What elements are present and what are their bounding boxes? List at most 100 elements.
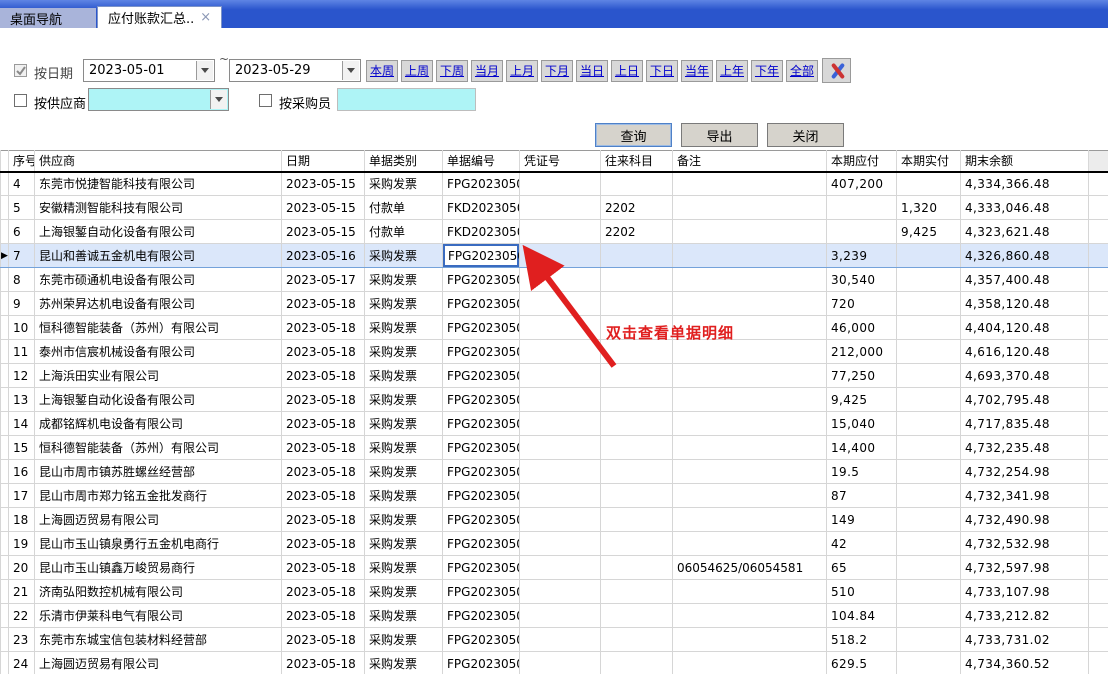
table-row[interactable]: 4东莞市悦捷智能科技有限公司2023-05-15采购发票FPG202305003… bbox=[1, 172, 1108, 196]
cell-voucher[interactable] bbox=[520, 268, 601, 292]
cell-account[interactable] bbox=[601, 436, 673, 460]
cell-supplier[interactable]: 恒科德智能装备（苏州）有限公司 bbox=[35, 436, 282, 460]
cell-balance[interactable]: 4,732,490.98 bbox=[961, 508, 1089, 532]
row-indicator[interactable] bbox=[1, 436, 9, 460]
cell-voucher[interactable] bbox=[520, 316, 601, 340]
table-row[interactable]: 8东莞市硕通机电设备有限公司2023-05-17采购发票FPG202305005… bbox=[1, 268, 1108, 292]
cell-date[interactable]: 2023-05-15 bbox=[282, 196, 365, 220]
cell-no[interactable]: 22 bbox=[9, 604, 35, 628]
quick-filter-button[interactable]: 当年 bbox=[681, 60, 713, 82]
cell-balance[interactable]: 4,732,341.98 bbox=[961, 484, 1089, 508]
cell-account[interactable] bbox=[601, 172, 673, 196]
row-indicator[interactable] bbox=[1, 388, 9, 412]
cell-supplier[interactable]: 恒科德智能装备（苏州）有限公司 bbox=[35, 316, 282, 340]
cell-docno[interactable]: FPG202305017 bbox=[443, 556, 520, 580]
cell-balance[interactable]: 4,357,400.48 bbox=[961, 268, 1089, 292]
row-indicator[interactable] bbox=[1, 556, 9, 580]
table-row[interactable]: 17昆山市周市郑力铭五金批发商行2023-05-18采购发票FPG2023050… bbox=[1, 484, 1108, 508]
cell-note[interactable] bbox=[673, 604, 827, 628]
cell-balance[interactable]: 4,733,731.02 bbox=[961, 628, 1089, 652]
cell-docno[interactable]: FPG202305014 bbox=[443, 484, 520, 508]
cell-account[interactable] bbox=[601, 388, 673, 412]
row-indicator[interactable] bbox=[1, 460, 9, 484]
cell-docno[interactable]: FPG202305011 bbox=[443, 412, 520, 436]
cell-paid[interactable] bbox=[897, 652, 961, 674]
cell-date[interactable]: 2023-05-18 bbox=[282, 652, 365, 674]
cell-paid[interactable] bbox=[897, 244, 961, 268]
cell-balance[interactable]: 4,732,235.48 bbox=[961, 436, 1089, 460]
cell-paid[interactable] bbox=[897, 316, 961, 340]
cell-supplier[interactable]: 上海圆迈贸易有限公司 bbox=[35, 652, 282, 674]
cell-supplier[interactable]: 东莞市悦捷智能科技有限公司 bbox=[35, 172, 282, 196]
cell-note[interactable] bbox=[673, 268, 827, 292]
quick-filter-button[interactable]: 当日 bbox=[576, 60, 608, 82]
cell-type[interactable]: 采购发票 bbox=[365, 244, 443, 268]
cell-paid[interactable] bbox=[897, 292, 961, 316]
cell-balance[interactable]: 4,326,860.48 bbox=[961, 244, 1089, 268]
cell-type[interactable]: 采购发票 bbox=[365, 628, 443, 652]
export-button[interactable]: 导出 bbox=[681, 123, 758, 147]
cell-payable[interactable]: 19.5 bbox=[827, 460, 897, 484]
cell-no[interactable]: 19 bbox=[9, 532, 35, 556]
cell-account[interactable] bbox=[601, 292, 673, 316]
cell-docno[interactable]: FPG202305009 bbox=[443, 364, 520, 388]
cell-voucher[interactable] bbox=[520, 580, 601, 604]
cell-type[interactable]: 采购发票 bbox=[365, 556, 443, 580]
tab-payable-summary[interactable]: 应付账款汇总.. × bbox=[97, 6, 222, 28]
cell-type[interactable]: 采购发票 bbox=[365, 412, 443, 436]
cell-docno[interactable]: FPG202305019 bbox=[443, 604, 520, 628]
cell-note[interactable] bbox=[673, 484, 827, 508]
table-row[interactable]: 16昆山市周市镇苏胜螺丝经营部2023-05-18采购发票FPG20230501… bbox=[1, 460, 1108, 484]
cell-voucher[interactable] bbox=[520, 292, 601, 316]
cell-note[interactable] bbox=[673, 532, 827, 556]
cell-voucher[interactable] bbox=[520, 556, 601, 580]
filter-settings-button[interactable] bbox=[822, 58, 851, 83]
cell-voucher[interactable] bbox=[520, 484, 601, 508]
cell-note[interactable] bbox=[673, 652, 827, 674]
cell-date[interactable]: 2023-05-18 bbox=[282, 436, 365, 460]
supplier-filter-checkbox[interactable] bbox=[14, 94, 27, 107]
cell-paid[interactable] bbox=[897, 580, 961, 604]
row-indicator[interactable] bbox=[1, 172, 9, 196]
cell-note[interactable] bbox=[673, 196, 827, 220]
cell-no[interactable]: 21 bbox=[9, 580, 35, 604]
cell-docno[interactable]: FPG202305010 bbox=[443, 388, 520, 412]
cell-note[interactable] bbox=[673, 628, 827, 652]
cell-paid[interactable] bbox=[897, 460, 961, 484]
cell-type[interactable]: 采购发票 bbox=[365, 508, 443, 532]
cell-no[interactable]: 24 bbox=[9, 652, 35, 674]
cell-supplier[interactable]: 乐清市伊莱科电气有限公司 bbox=[35, 604, 282, 628]
cell-payable[interactable] bbox=[827, 220, 897, 244]
quick-filter-button[interactable]: 上日 bbox=[611, 60, 643, 82]
cell-no[interactable]: 7 bbox=[9, 244, 35, 268]
cell-payable[interactable]: 77,250 bbox=[827, 364, 897, 388]
table-row[interactable]: 24上海圆迈贸易有限公司2023-05-18采购发票FPG20230502162… bbox=[1, 652, 1108, 674]
cell-note[interactable] bbox=[673, 172, 827, 196]
cell-no[interactable]: 5 bbox=[9, 196, 35, 220]
cell-account[interactable] bbox=[601, 364, 673, 388]
cell-date[interactable]: 2023-05-18 bbox=[282, 388, 365, 412]
cell-note[interactable] bbox=[673, 388, 827, 412]
row-indicator[interactable] bbox=[1, 628, 9, 652]
cell-supplier[interactable]: 成都铭辉机电设备有限公司 bbox=[35, 412, 282, 436]
cell-supplier[interactable]: 上海圆迈贸易有限公司 bbox=[35, 508, 282, 532]
chevron-down-icon[interactable] bbox=[196, 61, 213, 80]
cell-note[interactable] bbox=[673, 292, 827, 316]
cell-date[interactable]: 2023-05-18 bbox=[282, 292, 365, 316]
cell-type[interactable]: 采购发票 bbox=[365, 604, 443, 628]
quick-filter-button[interactable]: 上周 bbox=[401, 60, 433, 82]
table-row[interactable]: 6上海银錾自动化设备有限公司2023-05-15付款单FKD2023050042… bbox=[1, 220, 1108, 244]
row-indicator[interactable] bbox=[1, 316, 9, 340]
cell-payable[interactable]: 720 bbox=[827, 292, 897, 316]
cell-date[interactable]: 2023-05-18 bbox=[282, 484, 365, 508]
cell-paid[interactable]: 9,425 bbox=[897, 220, 961, 244]
cell-supplier[interactable]: 安徽精测智能科技有限公司 bbox=[35, 196, 282, 220]
cell-voucher[interactable] bbox=[520, 340, 601, 364]
cell-date[interactable]: 2023-05-15 bbox=[282, 220, 365, 244]
cell-paid[interactable] bbox=[897, 388, 961, 412]
cell-paid[interactable]: 1,320 bbox=[897, 196, 961, 220]
cell-account[interactable] bbox=[601, 340, 673, 364]
quick-filter-button[interactable]: 下年 bbox=[751, 60, 783, 82]
cell-no[interactable]: 17 bbox=[9, 484, 35, 508]
cell-account[interactable] bbox=[601, 604, 673, 628]
